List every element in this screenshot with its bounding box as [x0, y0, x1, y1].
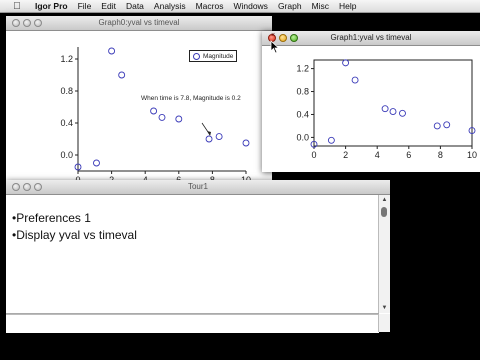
data-point: [150, 107, 158, 115]
notebook-text-area[interactable]: •Preferences 1 •Display yval vs timeval: [6, 195, 379, 314]
menu-graph[interactable]: Graph: [273, 1, 307, 11]
data-point: [93, 159, 100, 167]
notebook-line: •Display yval vs timeval: [12, 228, 137, 242]
y-tick-label: 0.0: [60, 150, 73, 160]
tour-title: Tour1: [187, 182, 208, 191]
menu-analysis[interactable]: Analysis: [149, 1, 191, 11]
scroll-up-icon[interactable]: ▲: [379, 195, 390, 205]
menu-misc[interactable]: Misc: [307, 1, 334, 11]
plot-frame: [313, 59, 473, 147]
y-tick-label: 0.0: [296, 132, 309, 142]
data-point: [342, 59, 350, 67]
data-point: [108, 47, 116, 55]
vertical-scrollbar[interactable]: ▲ ▼: [378, 195, 390, 313]
menu-macros[interactable]: Macros: [191, 1, 229, 11]
data-point: [242, 139, 250, 147]
menu-data[interactable]: Data: [121, 1, 149, 11]
y-tick-label: 0.8: [60, 86, 73, 96]
graph0-titlebar[interactable]: Graph0:yval vs timeval: [6, 16, 272, 31]
data-point: [205, 135, 213, 143]
menu-windows[interactable]: Windows: [228, 1, 272, 11]
data-point: [327, 136, 335, 144]
annotation-arrowhead: [207, 131, 212, 136]
data-point: [399, 109, 406, 117]
graph0-title: Graph0:yval vs timeval: [98, 18, 180, 27]
menu-igor-pro[interactable]: Igor Pro: [33, 1, 73, 11]
scroll-down-icon[interactable]: ▼: [379, 303, 390, 313]
menu-file[interactable]: File: [73, 1, 97, 11]
graph0-legend: Magnitude: [189, 50, 238, 62]
graph0-window: Graph0:yval vs timeval 0.00.40.81.202468…: [6, 16, 272, 184]
menu-edit[interactable]: Edit: [96, 1, 121, 11]
x-tick-label: 4: [375, 150, 380, 160]
y-tick-label: 0.4: [296, 109, 309, 119]
scroll-thumb[interactable]: [381, 207, 387, 217]
command-pane-scrollbar[interactable]: [378, 314, 390, 332]
y-tick-label: 0.8: [296, 87, 309, 97]
data-point: [215, 133, 223, 141]
data-point: [158, 113, 166, 121]
data-point: [443, 121, 451, 129]
legend-marker-icon: [193, 52, 200, 60]
graph1-title: Graph1:yval vs timeval: [330, 33, 412, 42]
graph1-plot[interactable]: 0.0 0.4 0.8 1.2 0 2 4 6 8 10: [262, 46, 480, 172]
apple-menu-icon[interactable]: : [11, 1, 23, 12]
notebook-line: •Preferences 1: [12, 211, 91, 225]
x-tick-label: 10: [467, 150, 477, 160]
x-tick-label: 0: [311, 150, 316, 160]
graph1-window: Graph1:yval vs timeval 0.0 0.4 0.8 1.2 0 2 4 6 8…: [262, 31, 480, 172]
data-point: [351, 76, 359, 84]
data-point: [118, 71, 126, 79]
tour-window: Tour1 •Preferences 1 •Display yval vs ti…: [6, 180, 390, 333]
y-tick-label: 0.4: [60, 118, 73, 128]
legend-label: Magnitude: [203, 52, 234, 60]
mouse-cursor-icon: [270, 40, 280, 54]
command-pane[interactable]: [6, 314, 379, 333]
data-point: [175, 115, 183, 123]
data-point: [389, 108, 397, 116]
y-tick-label: 1.2: [60, 54, 73, 64]
data-point: [381, 105, 389, 113]
graph1-titlebar[interactable]: Graph1:yval vs timeval: [262, 31, 480, 46]
data-point: [433, 122, 441, 130]
x-tick-label: 2: [343, 150, 348, 160]
x-tick-label: 6: [406, 150, 411, 160]
x-tick-label: 8: [438, 150, 443, 160]
menu-bar:  Igor Pro File Edit Data Analysis Macro…: [0, 0, 480, 13]
y-tick-label: 1.2: [296, 64, 309, 74]
menu-help[interactable]: Help: [334, 1, 361, 11]
tour-titlebar[interactable]: Tour1: [6, 180, 390, 195]
graph0-annotation: When time is 7.8, Magnitude is 0.2: [141, 95, 241, 102]
